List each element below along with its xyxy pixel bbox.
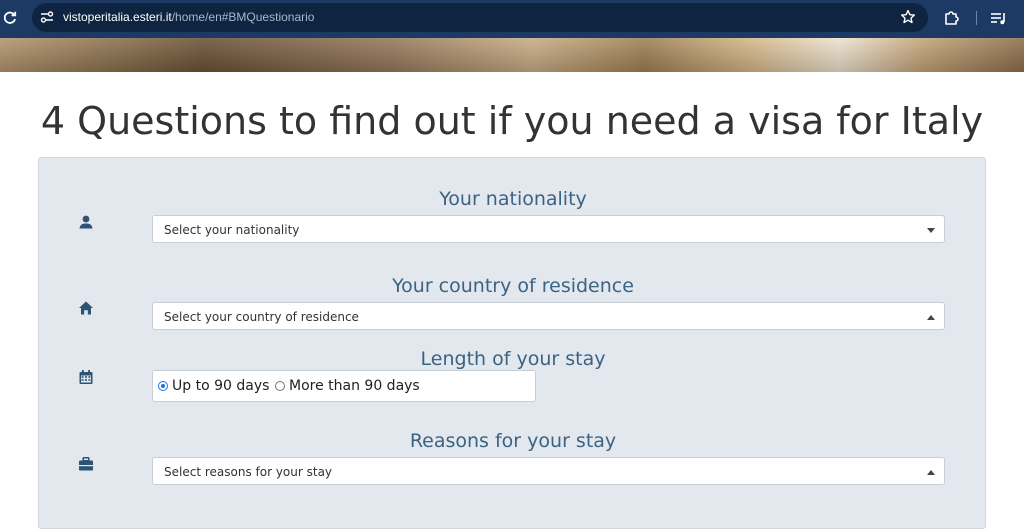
stay-length-radio-group: Up to 90 days More than 90 days [152, 370, 536, 402]
reasons-select[interactable]: Select reasons for your stay [152, 457, 945, 485]
visa-questionnaire-panel: Your nationality Select your nationality… [38, 157, 986, 529]
caret-up-icon [927, 470, 935, 475]
address-bar[interactable]: vistoperitalia.esteri.it/home/en#BMQuest… [32, 3, 928, 32]
site-info-icon[interactable] [40, 10, 54, 24]
stay-length-label: Length of your stay [420, 348, 606, 370]
page-title: 4 Questions to find out if you need a vi… [40, 99, 984, 143]
reload-icon[interactable] [2, 10, 18, 26]
radio-up-to-90-days-label: Up to 90 days [172, 378, 270, 394]
home-icon [79, 301, 93, 315]
nationality-select-placeholder: Select your nationality [164, 223, 300, 237]
residence-label: Your country of residence [392, 275, 634, 297]
radio-up-to-90-days[interactable]: Up to 90 days [158, 377, 269, 395]
media-controls-icon[interactable] [990, 10, 1008, 26]
reasons-select-placeholder: Select reasons for your stay [164, 465, 333, 479]
bookmark-star-icon[interactable] [900, 9, 916, 25]
extensions-puzzle-icon[interactable] [943, 10, 960, 27]
user-icon [79, 215, 93, 229]
residence-select-placeholder: Select your country of residence [164, 310, 359, 324]
radio-button-unchecked[interactable] [275, 381, 285, 391]
hero-banner-image [0, 38, 1024, 72]
url-host: vistoperitalia.esteri.it [63, 10, 172, 24]
reasons-label: Reasons for your stay [409, 430, 617, 452]
url-text[interactable]: vistoperitalia.esteri.it/home/en#BMQuest… [63, 10, 314, 25]
nationality-select[interactable]: Select your nationality [152, 215, 945, 243]
calendar-icon [79, 370, 93, 384]
briefcase-icon [79, 457, 93, 471]
residence-select[interactable]: Select your country of residence [152, 302, 945, 330]
url-path: /home/en#BMQuestionario [171, 10, 315, 24]
radio-more-than-90-days[interactable]: More than 90 days [275, 377, 420, 395]
caret-up-icon [927, 315, 935, 320]
nationality-label: Your nationality [439, 188, 587, 210]
caret-down-icon [927, 228, 935, 233]
radio-more-than-90-days-label: More than 90 days [289, 378, 420, 394]
toolbar-divider [976, 11, 977, 25]
browser-toolbar: vistoperitalia.esteri.it/home/en#BMQuest… [0, 0, 1024, 38]
radio-button-checked[interactable] [158, 381, 168, 391]
